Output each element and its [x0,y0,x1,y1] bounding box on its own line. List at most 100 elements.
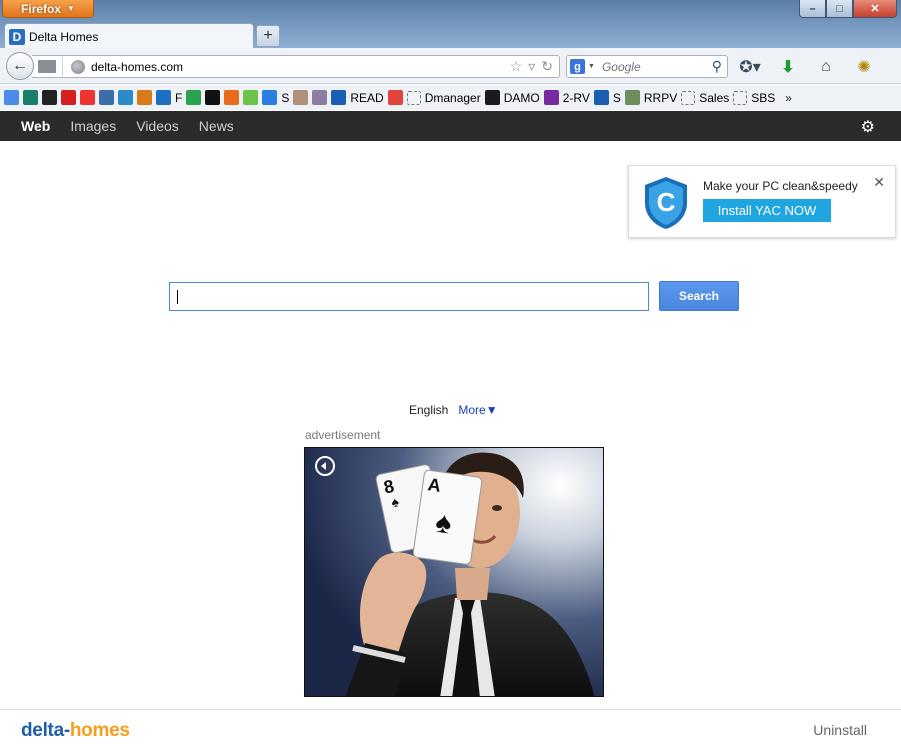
search-input[interactable] [169,282,649,311]
extension-icon[interactable]: ✺ [852,57,876,77]
dm-icon [484,90,500,105]
reload-icon[interactable]: ↻ [541,58,553,75]
google-engine-icon[interactable]: g [570,59,585,74]
blank-icon [733,90,748,105]
top-navigation: Web Images Videos News ⚙ [0,111,901,141]
bookmarks-toolbar: F S READ Dmanager DAMO 2-RV S RRPV Sales SBS » [0,85,901,110]
url-bar[interactable]: delta-homes.com ☆ ▿ ↻ [32,55,560,78]
bookmark-item[interactable] [61,90,76,105]
bookmark-item[interactable] [137,90,152,105]
more-languages-link[interactable]: More▼ [458,403,497,417]
bookmark-item[interactable] [118,90,133,105]
settings-gear-icon[interactable]: ⚙ [861,117,875,137]
nav-videos[interactable]: Videos [136,118,179,134]
bookmark-item[interactable]: F [156,90,182,105]
nav-news[interactable]: News [199,118,234,134]
history-dropdown-icon[interactable]: ▿ [528,58,535,75]
bookmark-item[interactable]: DAMO [484,90,540,105]
target-icon [387,90,403,105]
language-current: English [409,403,449,417]
close-window-button[interactable]: ✕ [853,0,897,18]
promo-text: Make your PC clean&speedy [703,179,858,193]
logo-part-delta: delta- [21,720,70,741]
nav-web[interactable]: Web [21,118,50,134]
bookmark-label: RRPV [643,90,678,105]
bookmark-item[interactable] [293,90,309,105]
gear-blue-icon [331,90,347,105]
close-icon[interactable]: ✕ [873,174,885,191]
bookmark-item[interactable] [80,90,95,105]
lifebuoy-icon [80,90,95,105]
window-titlebar: Firefox ▼ – □ ✕ D Delta Homes + [0,0,901,49]
chevron-down-icon[interactable]: ▼ [588,63,595,70]
maximize-button[interactable]: □ [826,0,853,18]
star-bookmark-icon[interactable]: ☆ [510,58,523,75]
bookmark-item[interactable] [186,90,202,105]
i-red-icon [61,90,76,105]
browser-search-placeholder[interactable]: Google [602,60,712,74]
bookmark-item[interactable] [205,90,221,105]
bookmark-item[interactable] [99,90,114,105]
bookmark-label: S [612,90,621,105]
bookmark-item[interactable] [243,90,259,105]
arrow-left-icon: ← [12,57,28,74]
url-text[interactable]: delta-homes.com [91,60,510,74]
bookmark-item[interactable] [224,90,240,105]
shield-icon: C [645,177,687,229]
bookmark-item[interactable]: SBS [733,90,776,105]
bookmark-item[interactable] [42,90,57,105]
tab-favicon: D [9,28,25,45]
install-yac-button[interactable]: Install YAC NOW [703,199,831,222]
bookmark-item[interactable]: RRPV [624,90,678,105]
bookmark-item[interactable]: S [262,90,289,105]
language-selector: English More▼ [409,403,498,417]
m-icon [262,90,278,105]
browser-tab[interactable]: D Delta Homes [4,23,254,49]
gear-blue-icon [593,90,609,105]
bookmark-item[interactable]: 2-RV [543,90,590,105]
uninstall-link[interactable]: Uninstall [813,722,867,738]
photo2-icon [312,90,328,105]
bookmark-label: S [281,90,290,105]
bookmark-item[interactable] [387,90,403,105]
nav-images[interactable]: Images [70,118,116,134]
bookmark-item[interactable]: Dmanager [406,90,481,105]
paw-icon [42,90,57,105]
url-divider [62,56,63,77]
download-icon[interactable]: ⬇ [776,57,800,77]
bookmark-item[interactable] [23,90,38,105]
chevron-down-icon: ▼ [67,4,75,13]
home-icon[interactable]: ⌂ [814,58,838,76]
bird-icon [156,90,171,105]
new-tab-button[interactable]: + [256,25,280,47]
search-button[interactable]: Search [659,281,739,311]
search-icon[interactable]: ⚲ [712,58,722,75]
bookmark-item[interactable] [4,90,19,105]
bookmark-label: READ [350,90,384,105]
back-button[interactable]: ← [6,52,34,80]
bookmark-label: F [175,90,183,105]
bookmark-item[interactable] [312,90,328,105]
bookmarks-overflow-icon[interactable]: » [785,91,792,105]
bookmark-item[interactable]: Sales [681,90,729,105]
globe-icon [71,59,85,74]
advertisement-image[interactable]: 8 ♠ A ♠ [304,447,604,697]
bookmark-label: Dmanager [424,90,481,105]
z-icon [543,90,559,105]
minimize-button[interactable]: – [799,0,826,18]
e-icon [23,90,38,105]
bookmark-label: 2-RV [562,90,590,105]
window-controls: – □ ✕ [799,0,897,18]
bookmark-label: SBS [751,90,776,105]
toolbar-icons: ✪▾ ⬇ ⌂ ✺ [738,57,876,77]
delta-homes-logo[interactable]: delta-homes [21,720,130,742]
bookmark-item[interactable]: READ [331,90,384,105]
text-cursor [177,290,178,304]
bookmark-label: DAMO [503,90,540,105]
bookmark-item[interactable]: S [593,90,621,105]
page-identity-icon[interactable] [38,60,56,73]
advertisement-label: advertisement [305,428,381,442]
firefox-menu-button[interactable]: Firefox ▼ [2,0,94,18]
bookmarks-menu-icon[interactable]: ✪▾ [738,57,762,77]
browser-search-box[interactable]: g ▼ Google ⚲ [566,55,728,78]
